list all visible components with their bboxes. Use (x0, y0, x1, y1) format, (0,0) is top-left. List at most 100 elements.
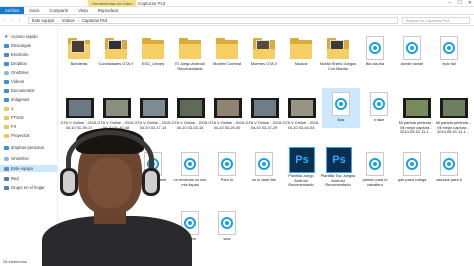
video-file-icon (251, 151, 277, 177)
file-name: EGC_Library (141, 61, 165, 66)
webcam-overlay (38, 124, 203, 266)
tab-file[interactable]: Archivo (0, 7, 25, 14)
folder-icon (103, 35, 129, 61)
search-input[interactable]: Buscar en Capturas Ps3 (402, 17, 470, 24)
sidebar-item-label: Imágenes (11, 97, 30, 102)
back-arrow-icon[interactable]: ← (2, 17, 7, 23)
video-thumbnail (440, 94, 468, 120)
breadcrumb-videos[interactable]: Vídeos (62, 18, 75, 23)
file-name: GTA V Online - 2015-04-10 03-44-03 (282, 120, 320, 130)
file-name: Banderas (70, 61, 88, 66)
sidebar-item-videos[interactable]: Vídeos (4, 78, 24, 85)
video-file-icon (362, 151, 388, 177)
dropbox-icon (4, 61, 9, 66)
address-field[interactable]: Este equipo › Vídeos › Capturas Ps3 (28, 17, 398, 24)
file-name: Curiosidades GTA V (98, 61, 134, 66)
address-bar-row: ← → ↑ Este equipo › Vídeos › Capturas Ps… (0, 15, 474, 26)
sidebar-item-fts15[interactable]: FTS15 (4, 114, 24, 121)
tab-play[interactable]: Reproducir (93, 7, 124, 14)
sidebar-item-label: Escritorio (11, 52, 29, 57)
video-file-icon (436, 151, 462, 177)
dropbox-icon (4, 145, 9, 150)
close-button[interactable]: ✕ (468, 0, 472, 7)
file-name: Nvidia Shield Juegos Con Mando (319, 61, 357, 71)
video-file-icon (366, 91, 392, 117)
video-file-icon (328, 91, 354, 117)
folder-icon (140, 35, 166, 61)
video-thumbnail (66, 94, 94, 120)
file-name: Muertes GTA V (250, 61, 278, 66)
video-file-icon (436, 35, 462, 61)
documents-icon (4, 88, 9, 93)
sidebar-item-desktop[interactable]: Escritorio (4, 51, 28, 58)
file-name: Plantilla Top Juegos Android Recomendado (320, 173, 356, 188)
video-thumbnail (140, 94, 168, 120)
file-name: que pasa colega (397, 177, 427, 182)
video-file-icon (214, 210, 240, 236)
file-name: GTA V Online - 2015-04-10 03-25-40 (208, 120, 246, 130)
homegroup-icon (4, 185, 9, 190)
chevron-right-icon: › (57, 18, 59, 23)
sidebar-item-label: Este equipo (11, 166, 34, 171)
sidebar-item-onedrive[interactable]: OneDrive (4, 69, 29, 76)
sidebar-item-label: Descargas (11, 43, 32, 48)
folder-icon (214, 35, 240, 61)
sidebar-item-label: Acceso rápido (11, 34, 38, 39)
sidebar-item-label: 1 (11, 106, 14, 111)
sidebar-item-pictures[interactable]: Imágenes (4, 96, 29, 103)
file-name: Plantilla Juego Android Recomendado (288, 173, 314, 188)
breadcrumb-capturas[interactable]: Capturas Ps3 (82, 18, 107, 23)
file-name: GTA V Online - 2015-04-10 03-37-29 (245, 120, 283, 130)
sidebar-item-label: Dropbox (11, 61, 27, 66)
sidebar-item-network[interactable]: Red (4, 175, 19, 182)
sidebar-item-quick-access[interactable]: ★ Acceso rápido (4, 33, 38, 40)
folder-icon (4, 124, 9, 129)
sidebar-item-onedrive-2[interactable]: OneDrive (4, 155, 29, 162)
tab-home[interactable]: Inicio (24, 7, 44, 14)
sidebar-item-downloads[interactable]: Descargas (4, 42, 31, 49)
video-file-icon (399, 151, 425, 177)
ribbon-tabs: Archivo Inicio Compartir Vista Reproduci… (0, 7, 474, 15)
folder-icon (4, 106, 9, 111)
sidebar-item-label: FTS15 (11, 115, 24, 120)
nav-buttons: ← → ↑ (2, 17, 21, 23)
tab-share[interactable]: Compartir (44, 7, 73, 14)
sidebar-item-folder-1[interactable]: 1 (4, 105, 13, 112)
sidebar-item-documents[interactable]: Documentos (4, 87, 35, 94)
computer-icon (4, 166, 9, 171)
onedrive-icon (4, 156, 9, 161)
video-file-icon (214, 151, 240, 177)
file-name: n fake (373, 117, 385, 122)
folder-icon (66, 35, 92, 61)
video-thumbnail (251, 94, 279, 120)
video-file-icon (399, 35, 425, 61)
star-icon: ★ (4, 33, 9, 40)
sidebar-item-label: Documentos (11, 88, 35, 93)
file-name: El Juego Android Recomendado (175, 61, 205, 71)
onedrive-icon (4, 70, 9, 75)
sidebar-item-fx[interactable]: FX (4, 123, 16, 130)
up-arrow-icon[interactable]: ↑ (18, 17, 21, 23)
sidebar-item-dropbox[interactable]: Dropbox (4, 60, 27, 67)
sidebar-item-label: OneDrive (11, 70, 29, 75)
sidebar-item-proyectos[interactable]: Proyectos (4, 132, 30, 139)
video-tools-tab[interactable]: Herramientas de vídeo (88, 0, 137, 7)
breadcrumb-this-pc[interactable]: Este equipo (32, 18, 54, 23)
pictures-icon (4, 97, 9, 102)
desktop-icon (4, 52, 9, 57)
file-name: lluis (337, 117, 345, 122)
minimize-button[interactable]: – (449, 0, 452, 7)
file-name: saludos para ti (436, 177, 462, 182)
folder-icon (177, 35, 203, 61)
chevron-right-icon: › (77, 18, 79, 23)
sidebar-item-label: Proyectos (11, 133, 30, 138)
video-file-icon (362, 35, 388, 61)
sidebar-item-label: OneDrive (11, 156, 29, 161)
folder-icon (251, 35, 277, 61)
right-earcup (142, 168, 160, 196)
file-name: no lo dare like (251, 177, 277, 182)
file-name: Modern Combat (213, 61, 241, 66)
forward-arrow-icon[interactable]: → (10, 17, 15, 23)
maximize-button[interactable]: ☐ (457, 0, 461, 7)
tab-view[interactable]: Vista (73, 7, 92, 14)
